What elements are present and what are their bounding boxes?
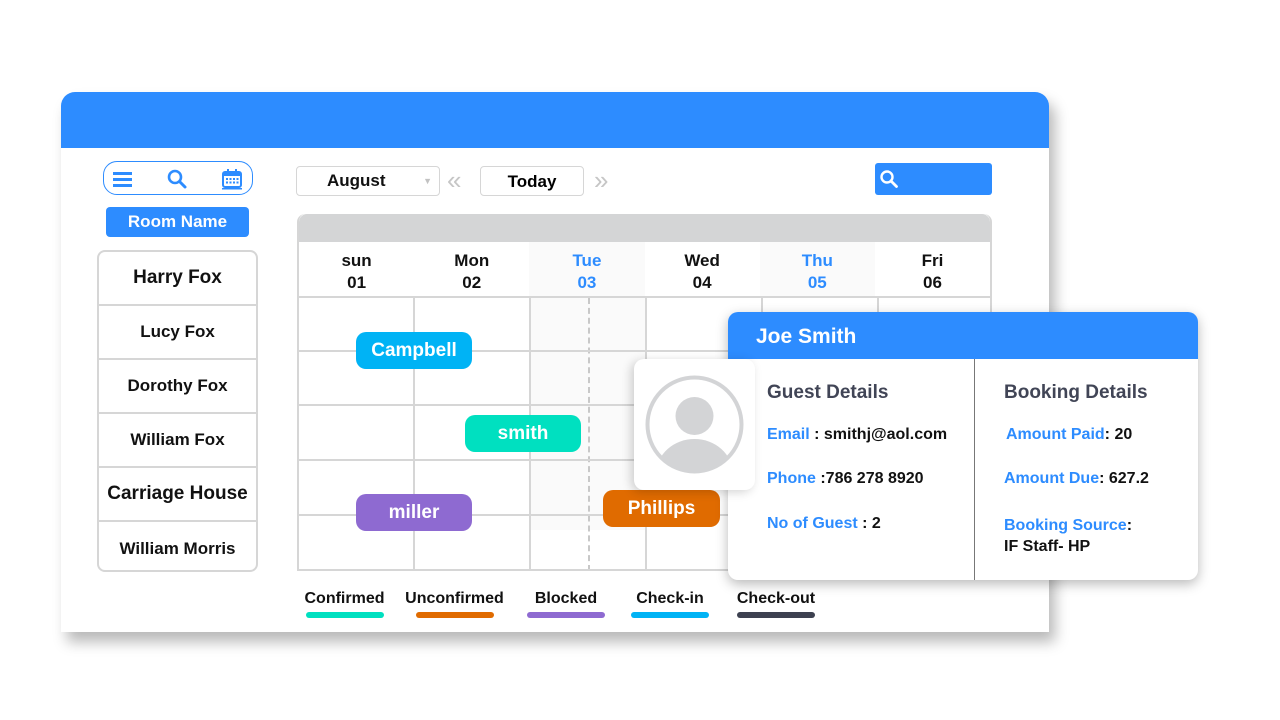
phone-field: Phone :786 278 8920 (767, 470, 924, 487)
view-toolbar (103, 161, 253, 195)
booking-source-field: Booking Source: IF Staff- HP (1004, 517, 1133, 555)
booking-bar[interactable]: Campbell (356, 332, 472, 369)
room-item[interactable]: William Fox (99, 414, 256, 468)
day-header: Mon 02 (454, 251, 490, 292)
guest-avatar-card (634, 359, 755, 490)
amount-paid-field: Amount Paid: 20 (1006, 426, 1133, 443)
guest-name-title: Joe Smith (728, 312, 1198, 359)
title-bar (61, 92, 1049, 148)
room-item[interactable]: Lucy Fox (99, 306, 256, 360)
legend-swatch (737, 612, 815, 618)
guest-details-title: Guest Details (767, 382, 889, 403)
legend-swatch (527, 612, 605, 618)
booking-bar[interactable]: miller (356, 494, 472, 531)
booking-bar[interactable]: Phillips (603, 490, 720, 527)
room-item[interactable]: Carriage House (99, 468, 256, 522)
day-header: Tue 03 (529, 242, 645, 296)
search-input[interactable] (875, 163, 992, 195)
day-header: sun 01 (341, 251, 372, 292)
avatar-icon (645, 375, 744, 474)
search-icon[interactable] (166, 168, 188, 190)
booking-details-title: Booking Details (1004, 382, 1148, 403)
day-header: Thu 05 (759, 242, 875, 296)
divider (974, 359, 975, 580)
previous-arrow-icon[interactable]: « (447, 166, 461, 194)
next-arrow-icon[interactable]: » (594, 166, 608, 194)
legend-item: Confirmed (302, 590, 387, 618)
calendar-header: sun 01 Mon 02 Tue 03 Wed 04 Thu 05 Fri 06 (299, 242, 990, 298)
legend-item: Blocked (526, 590, 606, 618)
amount-due-field: Amount Due: 627.2 (1004, 470, 1149, 487)
calendar-top-bar (299, 214, 990, 242)
room-item[interactable]: Harry Fox (99, 252, 256, 306)
menu-icon[interactable] (112, 168, 134, 190)
room-list: Harry Fox Lucy Fox Dorothy Fox William F… (97, 250, 258, 572)
calendar-icon[interactable] (221, 168, 243, 190)
legend-item: Unconfirmed (402, 590, 507, 618)
room-item[interactable]: Dorothy Fox (99, 360, 256, 414)
email-field: Email : smithj@aol.com (767, 426, 948, 443)
legend-swatch (305, 612, 384, 618)
guest-count-field: No of Guest : 2 (767, 515, 881, 532)
month-select[interactable]: August ▼ (296, 166, 440, 196)
room-name-button[interactable]: Room Name (106, 207, 249, 237)
guest-details-popup: Joe Smith Guest Details Email : smithj@a… (728, 312, 1198, 580)
booking-bar[interactable]: smith (465, 415, 581, 452)
legend-item: Check-out (734, 590, 818, 618)
day-header: Fri 06 (921, 251, 944, 292)
day-header: Wed 04 (684, 251, 720, 292)
month-select-value: August (327, 171, 386, 190)
chevron-down-icon: ▼ (423, 176, 432, 186)
legend-swatch (415, 612, 494, 618)
today-marker (588, 298, 590, 569)
legend-swatch (631, 612, 709, 618)
search-icon (879, 169, 899, 189)
today-button[interactable]: Today (480, 166, 584, 196)
legend-item: Check-in (630, 590, 710, 618)
room-item[interactable]: William Morris (99, 522, 256, 570)
